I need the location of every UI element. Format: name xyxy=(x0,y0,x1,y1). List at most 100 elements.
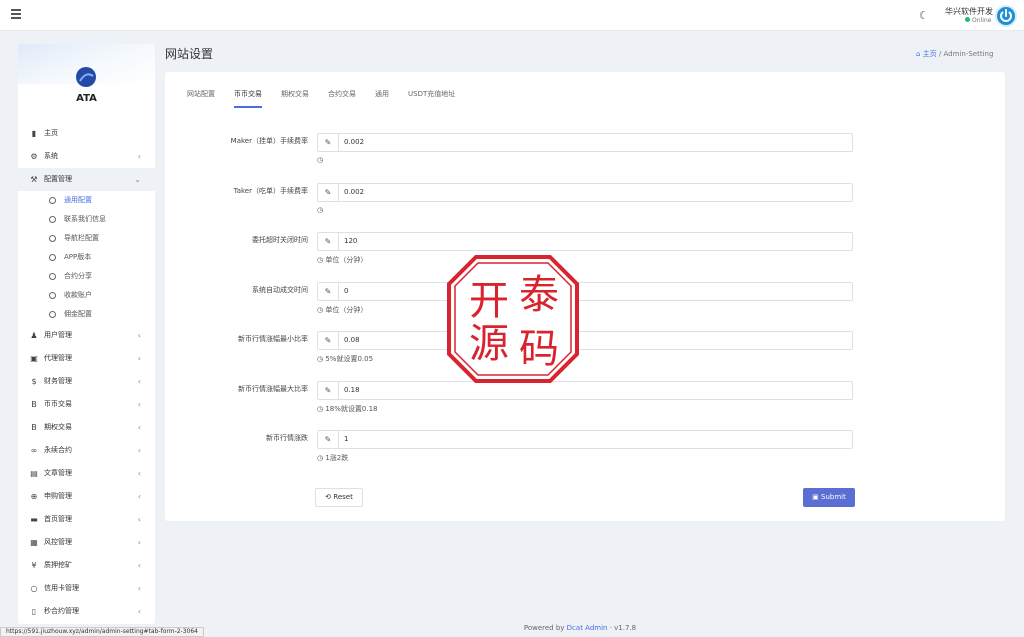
sidebar-item-label: 系统 xyxy=(44,152,58,160)
help-circle-icon: ◷ xyxy=(317,206,324,214)
field-label: 系统自动成交时间 xyxy=(252,286,308,294)
sidebar-subitem[interactable]: 合约分享 xyxy=(18,267,155,286)
circle-icon xyxy=(49,273,56,280)
sidebar-item-label: 信用卡管理 xyxy=(44,584,79,592)
sidebar-subitem[interactable]: 佣金配置 xyxy=(18,305,155,324)
online-dot-icon xyxy=(965,17,970,22)
field-label: 委托超时关闭时间 xyxy=(252,236,308,244)
pencil-icon: ✎ xyxy=(318,184,339,201)
tab[interactable]: 网站配置 xyxy=(187,89,215,106)
page-title: 网站设置 xyxy=(165,47,214,61)
sidebar-subitem[interactable]: 收款账户 xyxy=(18,286,155,305)
sidebar-item-label: 首页管理 xyxy=(44,515,72,523)
field-value: 0.002 xyxy=(344,188,365,196)
field-input[interactable]: ✎ 120 xyxy=(317,232,853,251)
tab[interactable]: USDT充值地址 xyxy=(408,89,455,106)
field-value: 0.002 xyxy=(344,138,365,146)
sidebar-item[interactable]: ⚙ 系统 ‹ xyxy=(18,145,155,168)
sidebar-item[interactable]: B 期权交易 ‹ xyxy=(18,416,155,439)
circle-icon xyxy=(49,197,56,204)
sidebar-subitem[interactable]: APP版本 xyxy=(18,248,155,267)
gear-icon: ⚙ xyxy=(30,152,38,161)
circle-icon xyxy=(49,254,56,261)
sidebar-item-label: 文章管理 xyxy=(44,469,72,477)
breadcrumb-separator: / xyxy=(938,50,942,58)
svg-text:码: 码 xyxy=(519,326,559,372)
link-icon: ∞ xyxy=(30,446,38,455)
sidebar-item-label: 主页 xyxy=(44,129,58,137)
svg-text:开: 开 xyxy=(469,278,509,324)
avatar[interactable] xyxy=(995,5,1017,27)
tab[interactable]: 期权交易 xyxy=(281,89,309,106)
sidebar-item[interactable]: ▦ 风控管理 ‹ xyxy=(18,531,155,554)
help-circle-icon: ◷ xyxy=(317,156,324,164)
field-value: 0.18 xyxy=(344,386,360,394)
file-icon: ▯ xyxy=(31,607,37,616)
field-input[interactable]: ✎ 0.18 xyxy=(317,381,853,400)
bar-chart-icon: ▮ xyxy=(31,129,37,138)
field-input[interactable]: ✎ 1 xyxy=(317,430,853,449)
sidebar-item-label: 风控管理 xyxy=(44,538,72,546)
watermark-stamp: 开 泰 源 码 xyxy=(447,255,579,383)
chevron-down-icon: ⌄ xyxy=(134,175,141,184)
bitcoin-icon: B xyxy=(31,400,37,409)
footer-brand-link[interactable]: Dcat Admin xyxy=(567,624,608,632)
sidebar-subitem-label: 通用配置 xyxy=(64,196,92,204)
sidebar-item-label: 币币交易 xyxy=(44,400,72,408)
menu-toggle-icon[interactable] xyxy=(11,9,21,19)
sidebar-item[interactable]: ⊕ 申购管理 ‹ xyxy=(18,485,155,508)
chevron-left-icon: ‹ xyxy=(137,354,141,363)
chevron-left-icon: ‹ xyxy=(137,492,141,501)
yen-icon: ¥ xyxy=(31,561,37,570)
users-icon: ♟ xyxy=(30,331,38,340)
logo-icon[interactable] xyxy=(76,67,96,87)
pencil-icon: ✎ xyxy=(318,233,339,250)
field-input[interactable]: ✎ 0.002 xyxy=(317,133,853,152)
circle-icon xyxy=(49,292,56,299)
sidebar-item[interactable]: B 币币交易 ‹ xyxy=(18,393,155,416)
pencil-icon: ✎ xyxy=(318,332,339,349)
reset-button[interactable]: ⟲ Reset xyxy=(315,488,363,507)
field-input[interactable]: ✎ 0.08 xyxy=(317,331,853,350)
submit-button[interactable]: ▣ Submit xyxy=(803,488,855,507)
tab[interactable]: 合约交易 xyxy=(328,89,356,106)
sidebar-item[interactable]: ¥ 质押挖矿 ‹ xyxy=(18,554,155,577)
sidebar-item[interactable]: ♟ 用户管理 ‹ xyxy=(18,324,155,347)
tab[interactable]: 币币交易 xyxy=(234,89,262,108)
sidebar-subitem[interactable]: 通用配置 xyxy=(18,191,155,210)
breadcrumb: ⌂ 主页 / Admin-Setting xyxy=(916,49,993,59)
sidebar-item-label: 永续合约 xyxy=(44,446,72,454)
chevron-left-icon: ‹ xyxy=(137,515,141,524)
sidebar-item[interactable]: $ 财务管理 ‹ xyxy=(18,370,155,393)
field-help: ◷ 5%就设置0.05 xyxy=(317,355,374,363)
sidebar-item[interactable]: ○ 信用卡管理 ‹ xyxy=(18,577,155,600)
wrench-icon: ⚒ xyxy=(30,175,38,184)
status-bar-url: https://591.jiuzhouw.xyz/admin/admin-set… xyxy=(0,627,204,637)
sidebar-subitem-label: APP版本 xyxy=(64,253,92,261)
chevron-left-icon: ‹ xyxy=(137,446,141,455)
sidebar-item[interactable]: ∞ 永续合约 ‹ xyxy=(18,439,155,462)
sidebar-item[interactable]: ▯ 秒合约管理 ‹ xyxy=(18,600,155,623)
user-name[interactable]: 华兴软件开发 xyxy=(945,6,993,17)
sidebar-item[interactable]: ▮ 主页 xyxy=(18,122,155,145)
sidebar-item[interactable]: ▣ 代理管理 ‹ xyxy=(18,347,155,370)
sidebar-subitem[interactable]: 联系我们信息 xyxy=(18,210,155,229)
svg-text:源: 源 xyxy=(469,321,509,367)
sidebar-item[interactable]: ▤ 文章管理 ‹ xyxy=(18,462,155,485)
sidebar-item[interactable]: ▬ 首页管理 ‹ xyxy=(18,508,155,531)
breadcrumb-home[interactable]: ⌂ 主页 xyxy=(916,50,937,58)
tab-bar: 网站配置 币币交易 期权交易 合约交易 通用 USDT充值地址 xyxy=(187,89,474,108)
sidebar-subitem[interactable]: 导航栏配置 xyxy=(18,229,155,248)
sidebar-item[interactable]: ⚒ 配置管理 ⌄ xyxy=(18,168,155,191)
field-input[interactable]: ✎ 0 xyxy=(317,282,853,301)
field-label: 新币行情涨幅最小比率 xyxy=(238,335,308,343)
field-value: 120 xyxy=(344,237,358,245)
field-label: 新币行情涨跌 xyxy=(266,434,308,442)
field-input[interactable]: ✎ 0.002 xyxy=(317,183,853,202)
sidebar-subitem-label: 收款账户 xyxy=(64,291,92,299)
dark-mode-icon[interactable]: ☾ xyxy=(919,10,931,22)
tab[interactable]: 通用 xyxy=(375,89,389,106)
sidebar-subitem-label: 佣金配置 xyxy=(64,310,92,318)
chevron-left-icon: ‹ xyxy=(137,377,141,386)
chevron-left-icon: ‹ xyxy=(137,331,141,340)
